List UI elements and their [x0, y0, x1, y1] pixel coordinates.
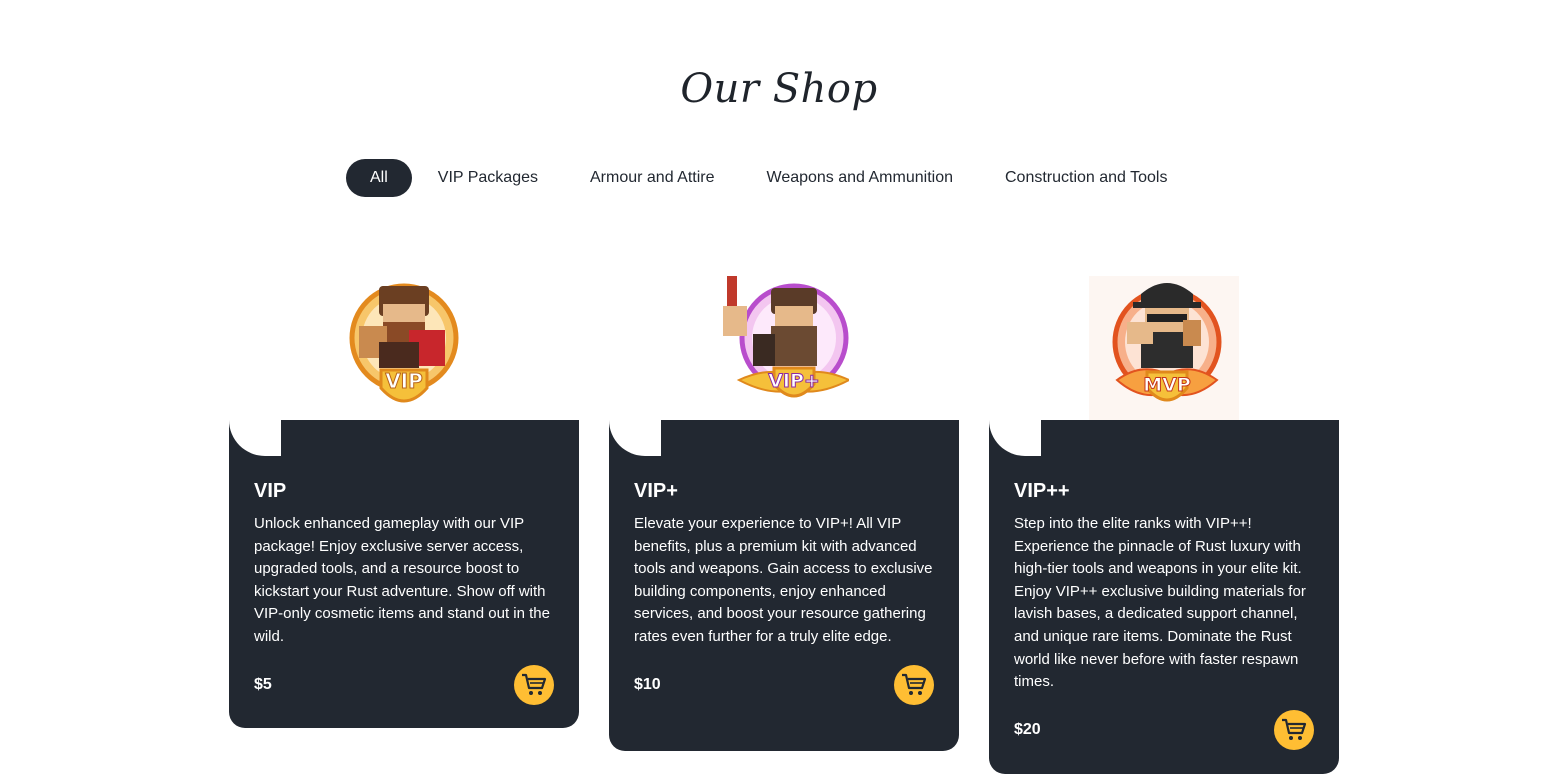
product-price: $10: [634, 675, 661, 693]
product-price: $5: [254, 675, 272, 693]
vip-plus-badge-text: VIP+: [768, 370, 820, 392]
product-image-vip: VIP: [229, 276, 579, 420]
filter-weapons-ammunition[interactable]: Weapons and Ammunition: [741, 159, 979, 197]
filter-construction-tools[interactable]: Construction and Tools: [979, 159, 1193, 197]
filter-armour-attire[interactable]: Armour and Attire: [564, 159, 741, 197]
mvp-badge-image: MVP: [1089, 276, 1239, 420]
product-image-vip-plus: VIP+: [609, 276, 959, 420]
product-description: Unlock enhanced gameplay with our VIP pa…: [254, 515, 550, 645]
page-title: Our Shop: [680, 66, 878, 112]
product-card-vip: VIP VIP Unlock enhanced gameplay with ou…: [229, 276, 579, 728]
filter-vip-packages[interactable]: VIP Packages: [412, 159, 564, 197]
mvp-badge-text: MVP: [1143, 374, 1191, 396]
filter-bar: All VIP Packages Armour and Attire Weapo…: [346, 159, 1193, 197]
product-footer: $20: [1014, 709, 1314, 750]
cart-icon: [902, 673, 927, 695]
product-card-vip-plus: VIP+ VIP+ Elevate your experience to VIP…: [609, 276, 959, 751]
vip-badge-text: VIP: [385, 369, 423, 393]
vip-badge-image: VIP: [349, 283, 459, 403]
vip-plus-badge-image: VIP+: [723, 276, 849, 398]
product-footer: $10: [634, 664, 934, 705]
add-to-cart-button[interactable]: [514, 664, 554, 705]
product-info-vip-plus-plus: VIP++ Step into the elite ranks with VIP…: [989, 420, 1339, 774]
cart-icon: [522, 673, 547, 695]
filter-all[interactable]: All: [346, 159, 412, 197]
product-footer: $5: [254, 664, 554, 705]
product-info-vip-plus: VIP+ Elevate your experience to VIP+! Al…: [609, 420, 959, 751]
product-image-vip-plus-plus: MVP: [989, 276, 1339, 420]
cart-icon: [1282, 718, 1307, 740]
add-to-cart-button[interactable]: [894, 664, 934, 705]
product-description: Elevate your experience to VIP+! All VIP…: [634, 515, 933, 645]
add-to-cart-button[interactable]: [1274, 709, 1314, 750]
product-name: VIP++: [1014, 480, 1070, 502]
product-name: VIP+: [634, 480, 678, 502]
product-info-vip: VIP Unlock enhanced gameplay with our VI…: [229, 420, 579, 728]
product-price: $20: [1014, 720, 1041, 738]
product-description: Step into the elite ranks with VIP++! Ex…: [1014, 515, 1306, 691]
product-card-vip-plus-plus: MVP VIP++ Step into the elite ranks with…: [989, 276, 1339, 774]
product-name: VIP: [254, 480, 287, 502]
